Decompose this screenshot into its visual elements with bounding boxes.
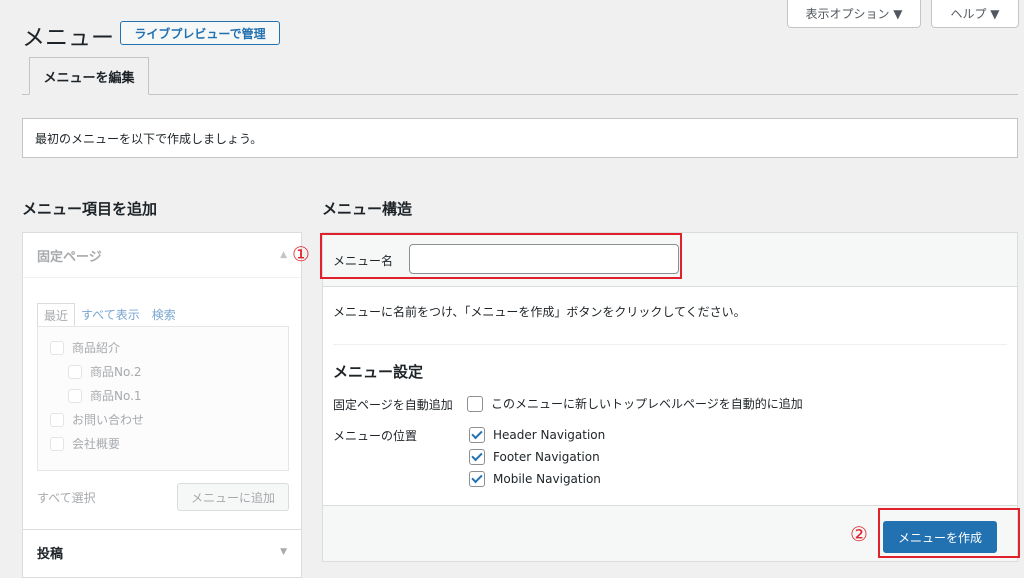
page-title: メニュー	[22, 25, 114, 51]
annotation-box-one	[320, 233, 682, 279]
tab-search[interactable]: 検索	[146, 303, 182, 328]
location-name: Footer Navigation	[493, 450, 600, 464]
add-items-panel: 固定ページ ▲ 最近 すべて表示 検索 商品紹介 商品No.2 商品No.1 お…	[22, 232, 302, 578]
auto-add-option[interactable]: このメニューに新しいトップレベルページを自動的に追加	[467, 395, 803, 412]
annotation-number-two: ②	[850, 522, 868, 546]
auto-add-checkbox[interactable]	[467, 395, 483, 412]
triangle-down-icon: ▼	[280, 547, 287, 557]
list-item-label: 商品No.2	[90, 365, 142, 379]
list-item-label: 商品No.1	[90, 389, 142, 403]
list-item-label: 商品紹介	[72, 341, 121, 355]
help-label: ヘルプ ▼	[950, 7, 1000, 21]
posts-section-title: 投稿	[37, 546, 64, 562]
auto-add-text: このメニューに新しいトップレベルページを自動的に追加	[491, 397, 803, 411]
menu-settings-heading: メニュー設定	[333, 363, 424, 381]
location-name: Mobile Navigation	[493, 472, 601, 486]
tab-show-all[interactable]: すべて表示	[75, 303, 146, 328]
list-item[interactable]: 商品No.1	[68, 387, 142, 404]
screen-options-button[interactable]: 表示オプション ▼	[787, 0, 921, 28]
header-nav-checkbox[interactable]	[469, 427, 485, 443]
checkbox[interactable]	[50, 412, 64, 427]
divider	[333, 344, 1007, 345]
location-header[interactable]: Header Navigation	[469, 427, 605, 443]
annotation-box-two	[878, 508, 1020, 558]
menu-structure-heading: メニュー構造	[322, 200, 413, 218]
location-label: メニューの位置	[333, 429, 418, 443]
pages-list: 商品紹介 商品No.2 商品No.1 お問い合わせ 会社概要	[37, 326, 289, 471]
divider	[23, 277, 301, 278]
list-item[interactable]: 会社概要	[50, 435, 120, 452]
checkbox[interactable]	[50, 436, 64, 451]
screen-options-label: 表示オプション ▼	[805, 7, 903, 21]
help-button[interactable]: ヘルプ ▼	[931, 0, 1019, 28]
triangle-up-icon: ▲	[280, 250, 287, 260]
list-item-label: お問い合わせ	[72, 413, 145, 427]
list-item-label: 会社概要	[72, 437, 121, 451]
checkbox[interactable]	[68, 364, 82, 379]
list-item[interactable]: 商品No.2	[68, 363, 142, 380]
location-mobile[interactable]: Mobile Navigation	[469, 471, 601, 487]
pages-accordion-header[interactable]: 固定ページ ▲	[23, 233, 301, 277]
annotation-number-one: ①	[292, 242, 310, 266]
checkbox[interactable]	[50, 340, 64, 355]
location-footer[interactable]: Footer Navigation	[469, 449, 600, 465]
select-all-label: すべて選択	[37, 491, 96, 505]
pages-tabs: 最近 すべて表示 検索	[37, 303, 182, 328]
add-items-heading: メニュー項目を追加	[22, 200, 158, 218]
tab-recent[interactable]: 最近	[37, 303, 76, 328]
tab-edit-menu[interactable]: メニューを編集	[29, 57, 149, 95]
list-item[interactable]: お問い合わせ	[50, 411, 144, 428]
live-preview-button[interactable]: ライブプレビューで管理	[120, 21, 280, 45]
list-item[interactable]: 商品紹介	[50, 339, 120, 356]
posts-accordion-header[interactable]: 投稿 ▼	[23, 530, 301, 574]
add-to-menu-button[interactable]: メニューに追加	[177, 483, 289, 511]
footer-nav-checkbox[interactable]	[469, 449, 485, 465]
auto-add-label: 固定ページを自動追加	[333, 398, 453, 412]
checkbox[interactable]	[68, 388, 82, 403]
location-name: Header Navigation	[493, 428, 606, 442]
instruction-text: メニューに名前をつけ、「メニューを作成」ボタンをクリックしてください。	[333, 305, 746, 319]
pages-section-title: 固定ページ	[37, 249, 102, 265]
notice-box: 最初のメニューを以下で作成しましょう。	[22, 118, 1018, 158]
select-all-link[interactable]: すべて選択	[37, 489, 96, 506]
mobile-nav-checkbox[interactable]	[469, 471, 485, 487]
notice-text: 最初のメニューを以下で作成しましょう。	[35, 131, 263, 146]
tab-divider	[22, 94, 1018, 95]
